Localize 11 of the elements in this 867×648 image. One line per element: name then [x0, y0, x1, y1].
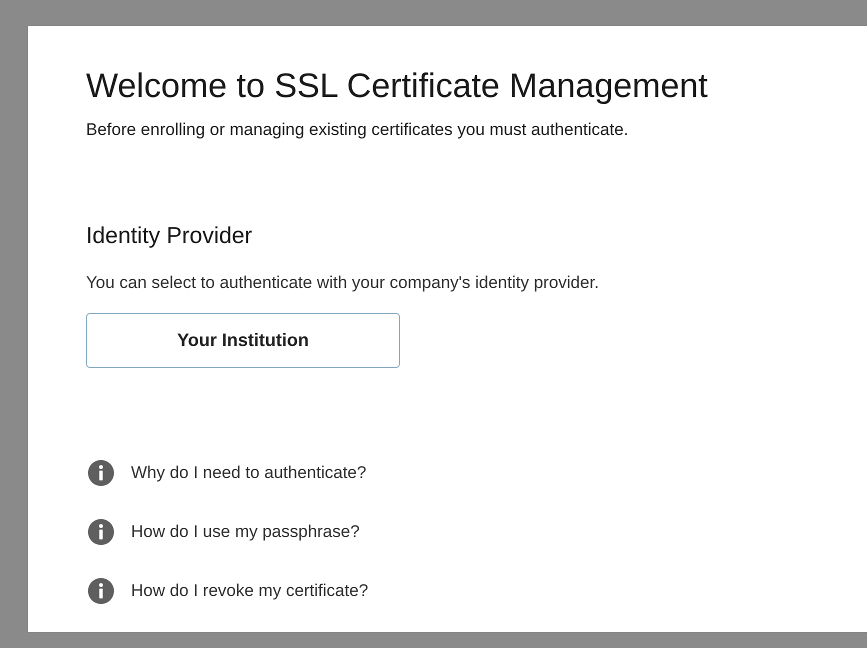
info-icon: [88, 460, 114, 486]
faq-link[interactable]: Why do I need to authenticate?: [131, 463, 366, 483]
institution-button[interactable]: Your Institution: [86, 313, 400, 368]
info-icon: [88, 519, 114, 545]
section-description: You can select to authenticate with your company's identity provider.: [86, 273, 600, 293]
faq-link[interactable]: How do I use my passphrase?: [131, 522, 360, 542]
section-heading: Identity Provider: [86, 222, 254, 249]
faq-link[interactable]: How do I revoke my certificate?: [131, 581, 368, 601]
info-icon: [88, 578, 114, 604]
page-title: Welcome to SSL Certificate Management: [86, 66, 709, 106]
intro-text: Before enrolling or managing existing certificates you must authenticate.: [86, 120, 630, 140]
